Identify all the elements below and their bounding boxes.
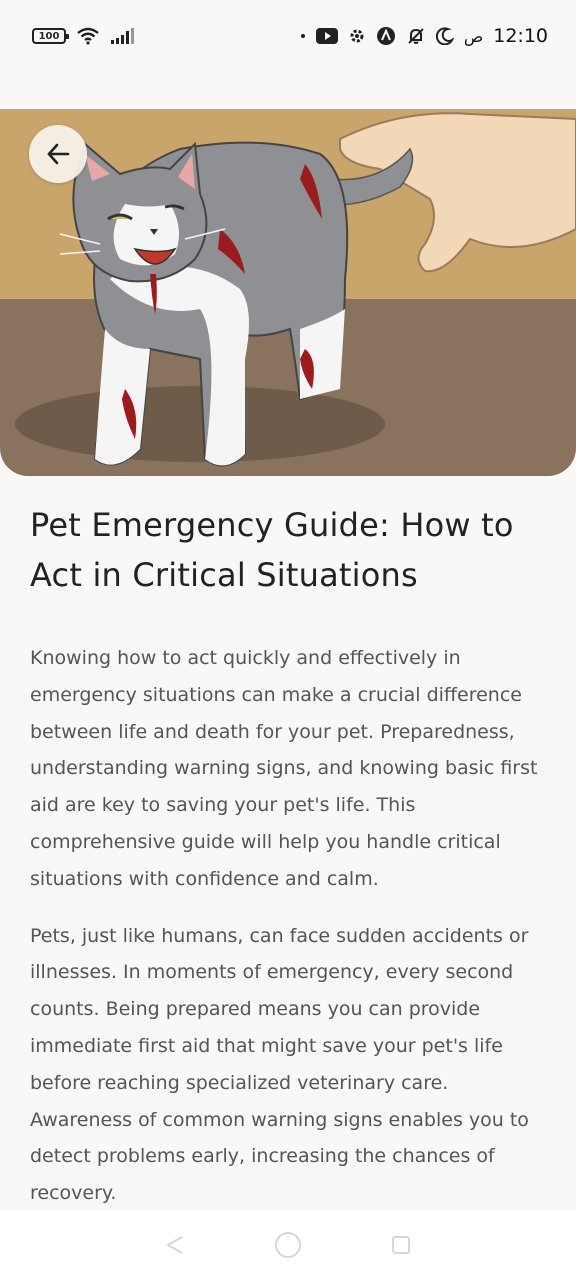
nav-home-icon[interactable] [273, 1230, 303, 1260]
status-right: ص 12:10 [300, 25, 548, 47]
system-nav-bar [0, 1210, 576, 1280]
dot-icon [300, 33, 306, 39]
article-paragraph: Knowing how to act quickly and effective… [30, 647, 538, 890]
battery-icon: 100 [32, 28, 69, 44]
arrow-left-icon [45, 141, 71, 167]
bell-off-icon [406, 26, 426, 46]
back-button[interactable] [29, 125, 87, 183]
injured-cat-illustration [0, 109, 576, 476]
youtube-icon [315, 28, 338, 44]
signal-icon [110, 27, 136, 45]
gear-icon [348, 27, 366, 45]
status-left: 100 [32, 27, 136, 45]
wifi-icon [76, 27, 100, 45]
app-notification-icon [376, 26, 396, 46]
article-title: Pet Emergency Guide: How to Act in Criti… [30, 506, 514, 594]
hero-image [0, 109, 576, 476]
nav-recents-icon[interactable] [390, 1234, 412, 1256]
status-time: 12:10 [493, 25, 548, 47]
battery-level: 100 [38, 30, 60, 42]
status-ampm: ص [463, 26, 484, 46]
status-bar: 100 ص 12:10 [0, 0, 576, 72]
moon-icon [435, 27, 454, 45]
article: Pet Emergency Guide: How to Act in Criti… [30, 500, 550, 1212]
nav-back-icon[interactable] [164, 1234, 186, 1256]
article-paragraph: Pets, just like humans, can face sudden … [30, 924, 529, 1205]
